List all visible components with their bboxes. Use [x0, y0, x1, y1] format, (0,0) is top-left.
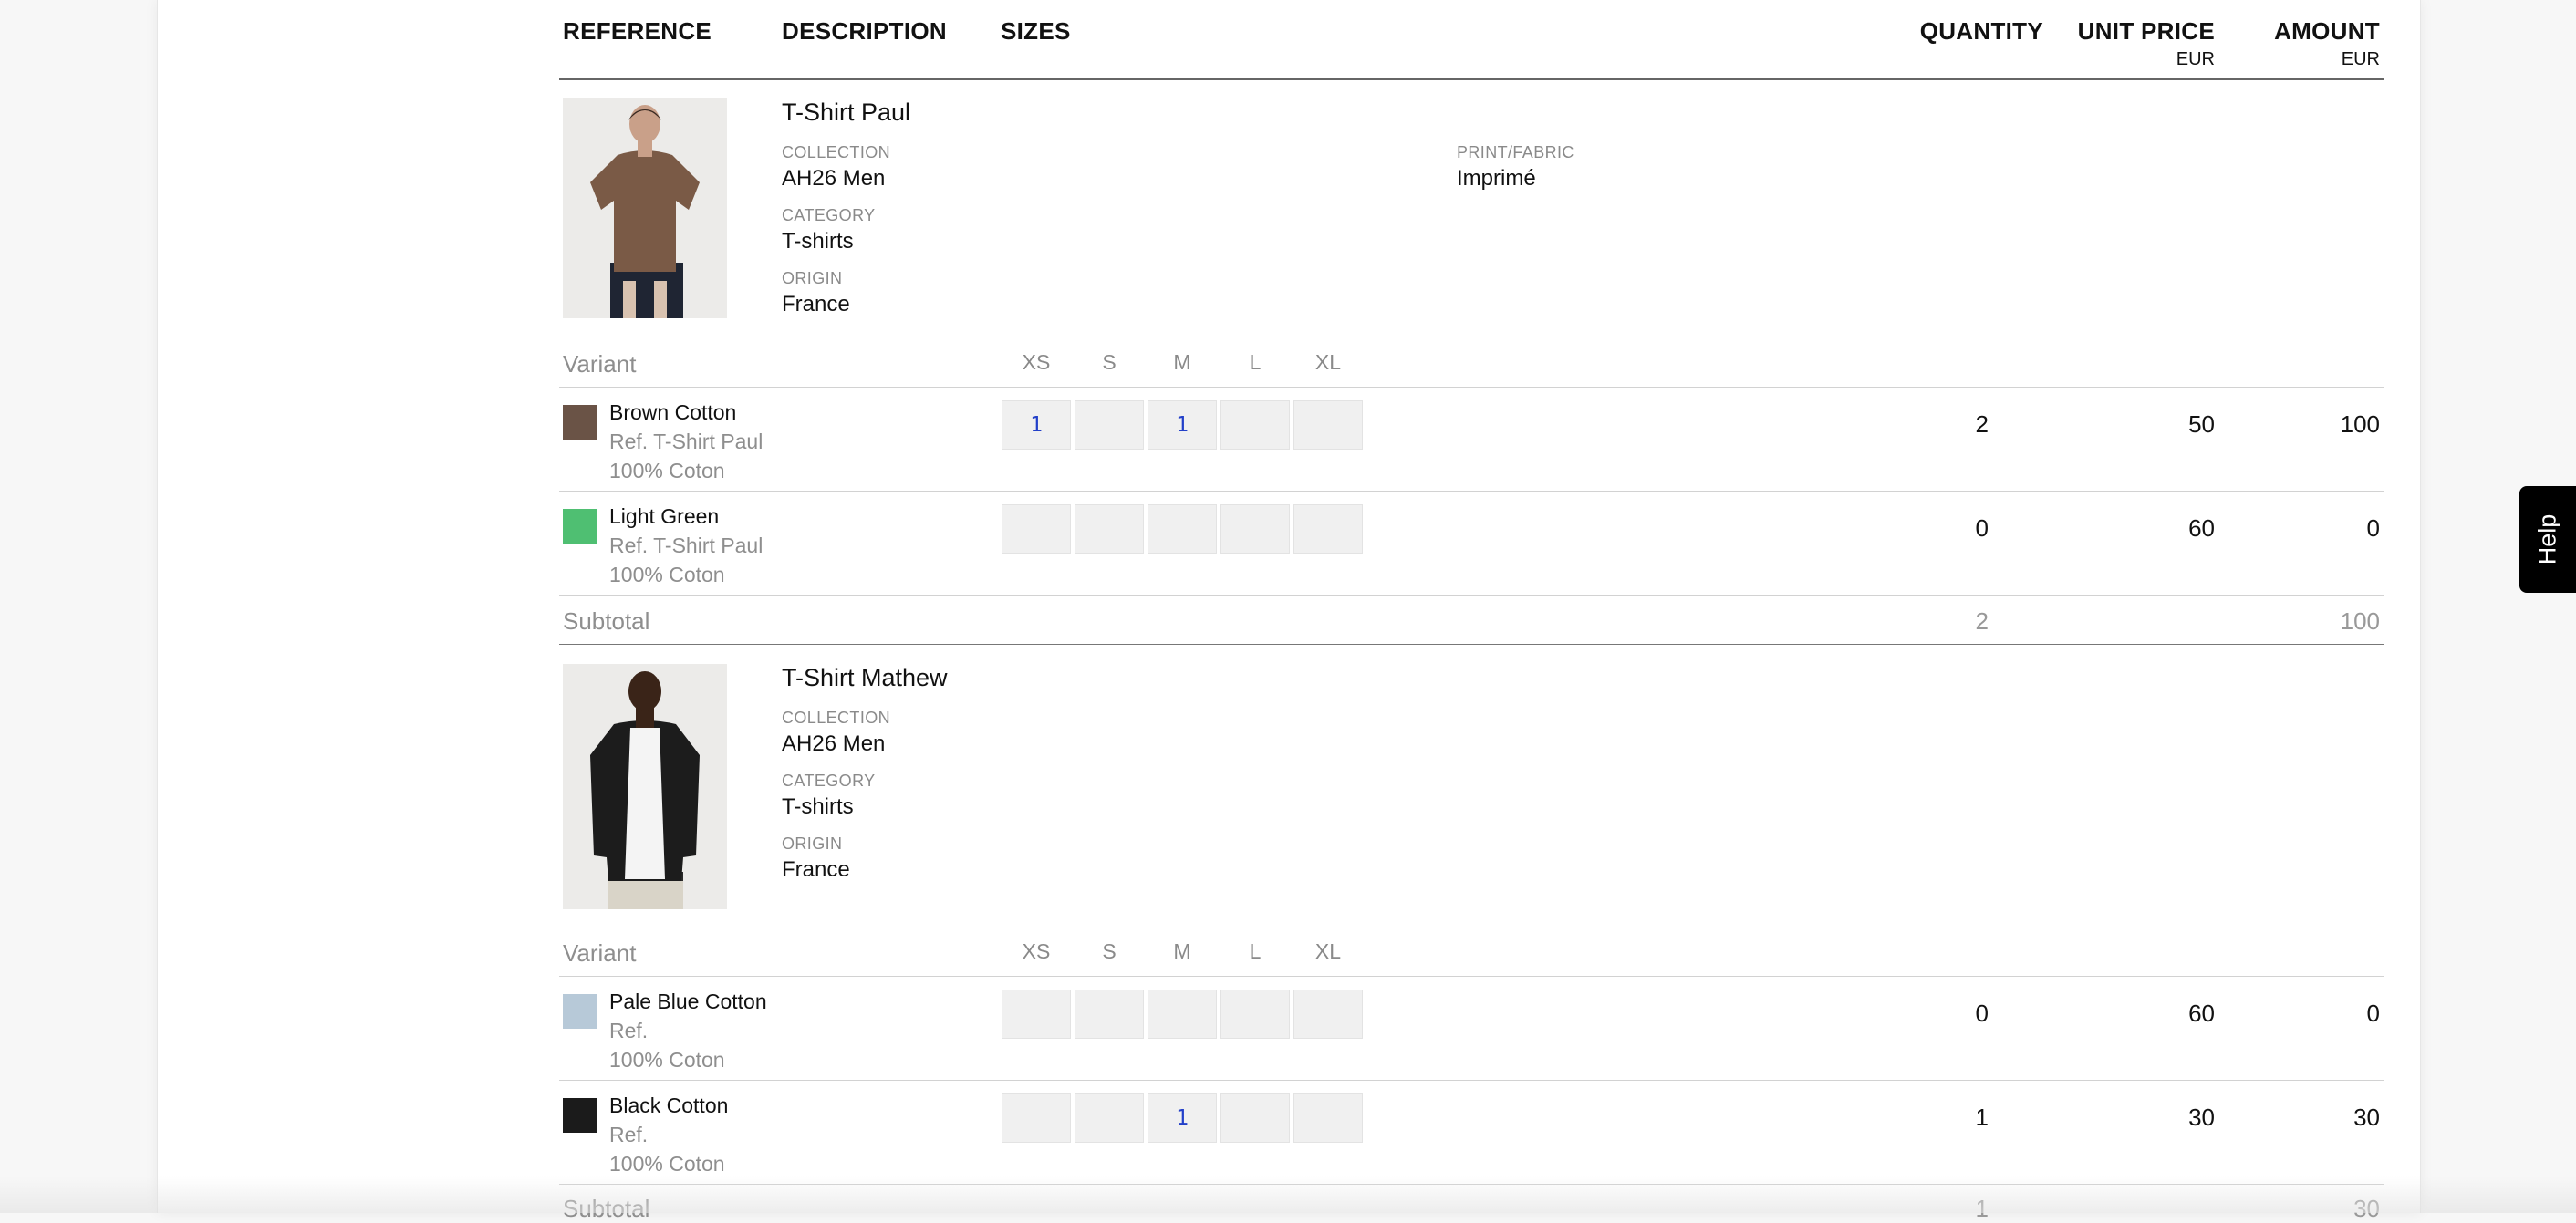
print-fabric-value: Imprimé: [1457, 166, 1536, 191]
size-qty-input-l[interactable]: [1220, 400, 1290, 450]
variant-composition: 100% Coton: [609, 1048, 725, 1072]
product-photo-t-shirt-mathew[interactable]: [563, 664, 727, 909]
size-qty-input-xl[interactable]: [1293, 1093, 1363, 1143]
product-divider: [559, 644, 2384, 645]
variant-amount: 0: [2366, 514, 2380, 542]
size-label-xs: XS: [1022, 939, 1051, 963]
variant-composition: 100% Coton: [609, 1152, 725, 1176]
subtotal-amount: 100: [2340, 607, 2380, 635]
size-qty-input-xs[interactable]: [1002, 1093, 1071, 1143]
bottom-fade: [0, 1176, 2576, 1213]
size-qty-input-m[interactable]: 1: [1148, 1093, 1217, 1143]
row-divider: [559, 491, 2384, 492]
variant-amount: 30: [2353, 1104, 2380, 1131]
color-swatch: [563, 405, 597, 440]
header-sizes: SIZES: [1001, 17, 1071, 45]
variant-composition: 100% Coton: [609, 563, 725, 586]
category-label: CATEGORY: [782, 206, 876, 224]
size-qty-input-s[interactable]: [1075, 1093, 1144, 1143]
color-swatch: [563, 994, 597, 1029]
size-label-xl: XL: [1314, 939, 1342, 963]
product-title: T-Shirt Paul: [782, 98, 911, 126]
collection-value: AH26 Men: [782, 166, 886, 191]
collection-label: COLLECTION: [782, 143, 891, 161]
variant-unit-price: 60: [2188, 514, 2215, 542]
origin-value: France: [782, 292, 850, 316]
size-qty-input-xl[interactable]: [1293, 990, 1363, 1039]
header-reference: REFERENCE: [563, 17, 712, 45]
origin-label: ORIGIN: [782, 834, 843, 853]
size-label-xs: XS: [1022, 350, 1051, 374]
variant-ref: Ref.: [609, 1019, 649, 1042]
size-qty-input-l[interactable]: [1220, 504, 1290, 554]
variant-label: Variant: [563, 939, 637, 967]
size-qty-input-l[interactable]: [1220, 990, 1290, 1039]
subtotal-label: Subtotal: [563, 607, 650, 635]
origin-label: ORIGIN: [782, 269, 843, 287]
size-label-l: L: [1249, 350, 1262, 374]
subtotal-quantity: 2: [1975, 607, 1989, 635]
size-qty-input-m[interactable]: [1148, 990, 1217, 1039]
variant-name: Brown Cotton: [609, 400, 737, 424]
category-value: T-shirts: [782, 229, 854, 254]
header-amount-currency: EUR: [2341, 49, 2380, 69]
size-label-m: M: [1173, 350, 1191, 374]
variant-amount: 100: [2340, 410, 2380, 438]
size-label-m: M: [1173, 939, 1191, 963]
size-qty-input-xs[interactable]: 1: [1002, 400, 1071, 450]
variant-name: Light Green: [609, 504, 720, 528]
header-description: DESCRIPTION: [782, 17, 947, 45]
size-label-s: S: [1102, 350, 1117, 374]
origin-value: France: [782, 857, 850, 882]
collection-value: AH26 Men: [782, 731, 886, 756]
variant-quantity: 0: [1975, 514, 1989, 542]
size-qty-input-s[interactable]: [1075, 990, 1144, 1039]
size-qty-input-s[interactable]: [1075, 504, 1144, 554]
size-qty-input-s[interactable]: [1075, 400, 1144, 450]
variant-ref: Ref. T-Shirt Paul: [609, 534, 763, 557]
variant-ref: Ref.: [609, 1123, 649, 1146]
variant-unit-price: 60: [2188, 1000, 2215, 1027]
size-qty-input-m[interactable]: [1148, 504, 1217, 554]
size-label-s: S: [1102, 939, 1117, 963]
color-swatch: [563, 509, 597, 544]
collection-label: COLLECTION: [782, 709, 891, 727]
size-qty-input-m[interactable]: 1: [1148, 400, 1217, 450]
header-unit-price-currency: EUR: [2176, 49, 2215, 69]
size-label-l: L: [1249, 939, 1262, 963]
variant-name: Pale Blue Cotton: [609, 990, 767, 1013]
size-label-xl: XL: [1314, 350, 1342, 374]
header-amount: AMOUNT: [2274, 17, 2380, 45]
print-fabric-label: PRINT/FABRIC: [1457, 143, 1574, 161]
variant-label: Variant: [563, 350, 637, 378]
help-button-label: Help: [2533, 513, 2561, 565]
product-title: T-Shirt Mathew: [782, 664, 948, 691]
row-divider: [559, 595, 2384, 596]
color-swatch: [563, 1098, 597, 1133]
variant-amount: 0: [2366, 1000, 2380, 1027]
variant-quantity: 2: [1975, 410, 1989, 438]
variant-unit-price: 50: [2188, 410, 2215, 438]
size-qty-input-xs[interactable]: [1002, 990, 1071, 1039]
row-divider: [559, 387, 2384, 388]
help-button[interactable]: Help: [2519, 486, 2576, 593]
variant-quantity: 1: [1975, 1104, 1989, 1131]
category-value: T-shirts: [782, 794, 854, 819]
row-divider: [559, 976, 2384, 977]
size-qty-input-l[interactable]: [1220, 1093, 1290, 1143]
category-label: CATEGORY: [782, 772, 876, 790]
product-photo-t-shirt-paul[interactable]: [563, 98, 727, 318]
row-divider: [559, 1080, 2384, 1081]
size-qty-input-xl[interactable]: [1293, 400, 1363, 450]
variant-quantity: 0: [1975, 1000, 1989, 1027]
variant-unit-price: 30: [2188, 1104, 2215, 1131]
variant-composition: 100% Coton: [609, 459, 725, 482]
size-qty-input-xs[interactable]: [1002, 504, 1071, 554]
size-qty-input-xl[interactable]: [1293, 504, 1363, 554]
variant-ref: Ref. T-Shirt Paul: [609, 430, 763, 453]
variant-name: Black Cotton: [609, 1093, 729, 1117]
header-divider: [559, 78, 2384, 80]
header-unit-price: UNIT PRICE: [2077, 17, 2215, 45]
